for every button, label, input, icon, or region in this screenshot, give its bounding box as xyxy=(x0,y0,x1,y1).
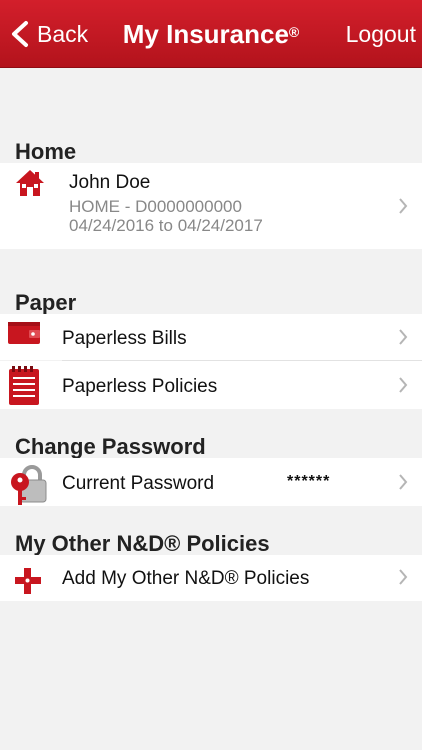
paperless-policies-label: Paperless Policies xyxy=(62,376,218,397)
section-title-change-password: Change Password xyxy=(15,434,206,459)
paperless-bills-row[interactable]: Paperless Bills xyxy=(0,314,422,360)
current-password-row[interactable]: Current Password ****** xyxy=(0,458,422,506)
wallet-icon xyxy=(8,322,40,344)
section-title-paper: Paper xyxy=(15,290,77,315)
paperless-policies-row[interactable]: Paperless Policies xyxy=(0,361,422,409)
policy-dates: 04/24/2016 to 04/24/2017 xyxy=(69,216,263,235)
chevron-right-icon xyxy=(399,198,408,214)
password-mask: ****** xyxy=(287,473,331,490)
home-policy-row[interactable]: John Doe HOME - D0000000000 04/24/2016 t… xyxy=(0,163,422,249)
nav-bar: Back My Insurance® Logout xyxy=(0,0,422,68)
section-title-other-policies: My Other N&D® Policies xyxy=(15,531,270,556)
lock-key-icon xyxy=(11,465,47,505)
page-title-text: My Insurance xyxy=(122,19,289,49)
chevron-right-icon xyxy=(399,377,408,393)
add-other-policies-row[interactable]: Add My Other N&D® Policies xyxy=(0,555,422,601)
current-password-label: Current Password xyxy=(62,473,215,494)
policyholder-name: John Doe xyxy=(69,172,151,193)
logout-button[interactable]: Logout xyxy=(346,17,416,51)
chevron-right-icon xyxy=(399,569,408,585)
add-plus-icon xyxy=(15,568,41,594)
section-title-home: Home xyxy=(15,139,77,164)
policy-number: HOME - D0000000000 xyxy=(69,197,242,216)
paperless-bills-label: Paperless Bills xyxy=(62,328,187,349)
chevron-right-icon xyxy=(399,329,408,345)
notepad-icon xyxy=(9,366,39,405)
house-icon xyxy=(16,170,44,196)
chevron-right-icon xyxy=(399,474,408,490)
add-other-policies-label: Add My Other N&D® Policies xyxy=(62,568,310,589)
registered-mark: ® xyxy=(288,24,300,40)
